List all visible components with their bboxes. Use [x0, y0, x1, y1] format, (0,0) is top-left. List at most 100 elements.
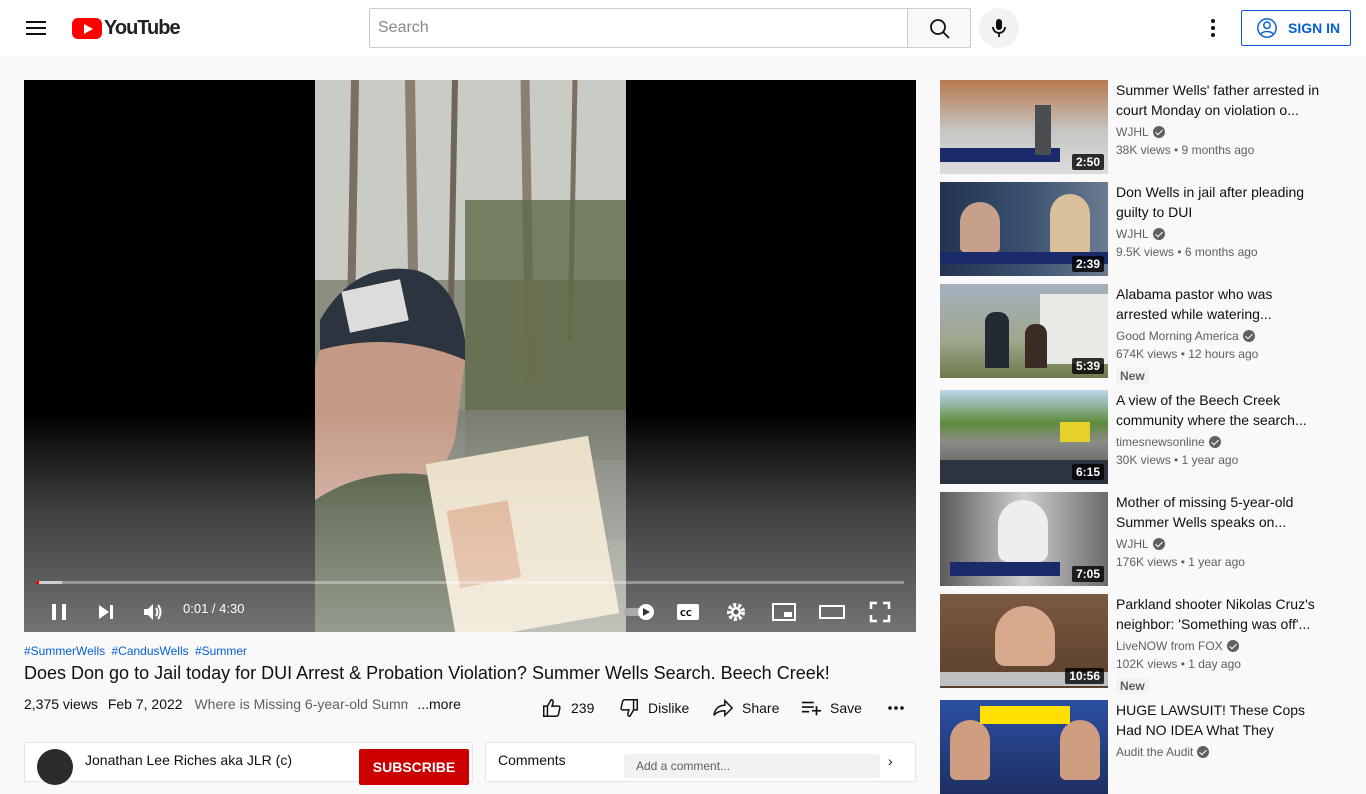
video-thumbnail[interactable]: 2:39 [940, 182, 1108, 276]
recommended-video-title[interactable]: Don Wells in jail after pleading guilty … [1116, 182, 1320, 222]
mute-button[interactable] [135, 594, 171, 630]
miniplayer-icon [772, 603, 796, 621]
channel-card: Jonathan Lee Riches aka JLR (c) SUBSCRIB… [24, 742, 473, 785]
gear-icon [727, 603, 745, 621]
chevron-right-icon[interactable]: › [888, 753, 893, 769]
subtitles-button[interactable]: CC [670, 594, 706, 630]
verified-check-icon [1197, 746, 1210, 758]
verified-check-icon [1152, 538, 1165, 550]
recommended-video-title[interactable]: A view of the Beech Creek community wher… [1116, 390, 1320, 430]
recommended-video-title[interactable]: HUGE LAWSUIT! These Cops Had NO IDEA Wha… [1116, 700, 1320, 740]
recommended-channel[interactable]: WJHL [1116, 227, 1165, 241]
microphone-icon [992, 19, 1006, 37]
channel-name: Audit the Audit [1116, 745, 1194, 759]
recommended-channel[interactable]: WJHL [1116, 537, 1165, 551]
video-duration: 6:15 [1071, 464, 1104, 480]
video-thumbnail[interactable]: 7:05 [940, 492, 1108, 586]
pause-icon [52, 604, 66, 620]
video-info-row[interactable]: 2,375 views Feb 7, 2022 Where is Missing… [24, 696, 461, 712]
hashtag-list: #SummerWells #CandusWells #Summer [24, 644, 250, 658]
recommended-channel[interactable]: LiveNOW from FOX [1116, 639, 1239, 653]
channel-name: WJHL [1116, 227, 1149, 241]
sign-in-button[interactable]: SIGN IN [1241, 10, 1351, 46]
menu-icon[interactable] [24, 18, 48, 38]
progress-played [36, 581, 40, 584]
recommended-video-title[interactable]: Alabama pastor who was arrested while wa… [1116, 284, 1320, 324]
theater-mode-button[interactable] [814, 594, 850, 630]
recommended-video[interactable]: 6:15 A view of the Beech Creek community… [940, 390, 1342, 484]
search-button[interactable] [907, 8, 971, 48]
verified-check-icon [1208, 436, 1221, 448]
video-thumbnail[interactable]: 2:50 [940, 80, 1108, 174]
upload-date: Feb 7, 2022 [107, 696, 183, 712]
channel-name: Good Morning America [1116, 329, 1239, 343]
recommended-video-title[interactable]: Mother of missing 5-year-old Summer Well… [1116, 492, 1320, 532]
video-duration: 5:39 [1071, 358, 1104, 374]
recommended-video[interactable]: 10:56 Parkland shooter Nikolas Cruz's ne… [940, 594, 1342, 694]
hashtag-link[interactable]: #Summer [195, 644, 247, 658]
hashtag-link[interactable]: #CandusWells [111, 644, 188, 658]
recommended-video[interactable]: HUGE LAWSUIT! These Cops Had NO IDEA Wha… [940, 700, 1342, 794]
search-icon [930, 19, 950, 39]
recommended-video[interactable]: 5:39 Alabama pastor who was arrested whi… [940, 284, 1342, 384]
recommended-video[interactable]: 2:50 Summer Wells' father arrested in co… [940, 80, 1342, 174]
account-icon [1257, 18, 1277, 38]
channel-name: WJHL [1116, 537, 1149, 551]
show-more-link[interactable]: ...more [417, 696, 461, 712]
share-icon [713, 698, 734, 718]
recommended-video-title[interactable]: Summer Wells' father arrested in court M… [1116, 80, 1320, 120]
verified-check-icon [1152, 228, 1165, 240]
save-button[interactable]: Save [800, 696, 862, 720]
subscribe-button[interactable]: SUBSCRIBE [359, 749, 469, 785]
comments-panel[interactable]: Comments Add a comment... › [485, 742, 916, 782]
theater-mode-icon [819, 605, 845, 619]
channel-avatar[interactable] [37, 749, 73, 785]
channel-name[interactable]: Jonathan Lee Riches aka JLR (c) [85, 752, 292, 768]
pause-button[interactable] [41, 594, 77, 630]
dislike-button[interactable]: Dislike [618, 696, 689, 720]
comment-input[interactable]: Add a comment... [624, 754, 880, 778]
voice-search-button[interactable] [979, 8, 1019, 48]
verified-check-icon [1152, 126, 1165, 138]
progress-bar[interactable] [36, 581, 904, 584]
video-thumbnail[interactable]: 10:56 [940, 594, 1108, 688]
recommended-video[interactable]: 7:05 Mother of missing 5-year-old Summer… [940, 492, 1342, 586]
settings-button[interactable] [718, 594, 754, 630]
youtube-logo[interactable]: YouTube [72, 17, 181, 39]
settings-more-icon[interactable] [1201, 16, 1225, 40]
video-duration: 2:39 [1071, 256, 1104, 272]
autoplay-toggle[interactable] [620, 594, 660, 630]
video-meta: 38K views • 9 months ago [1116, 143, 1255, 157]
hashtag-link[interactable]: #SummerWells [24, 644, 105, 658]
dislike-label: Dislike [648, 700, 690, 716]
like-count: 239 [571, 700, 595, 716]
new-badge: New [1116, 678, 1149, 694]
volume-icon [144, 604, 162, 620]
video-meta: 30K views • 1 year ago [1116, 453, 1239, 467]
recommended-channel[interactable]: Good Morning America [1116, 329, 1255, 343]
recommended-channel[interactable]: timesnewsonline [1116, 435, 1221, 449]
sign-in-label: SIGN IN [1288, 20, 1341, 36]
video-thumbnail[interactable]: 6:15 [940, 390, 1108, 484]
recommended-video[interactable]: 2:39 Don Wells in jail after pleading gu… [940, 182, 1342, 276]
video-meta: 102K views • 1 day ago [1116, 657, 1241, 671]
share-button[interactable]: Share [712, 696, 779, 720]
more-actions-button[interactable] [886, 696, 914, 720]
description-preview: Where is Missing 6-year-old Summ [194, 696, 409, 712]
video-thumbnail[interactable] [940, 700, 1108, 794]
next-button[interactable] [88, 594, 124, 630]
video-duration: 2:50 [1071, 154, 1104, 170]
video-meta: 9.5K views • 6 months ago [1116, 245, 1258, 259]
share-label: Share [742, 700, 780, 716]
recommended-video-title[interactable]: Parkland shooter Nikolas Cruz's neighbor… [1116, 594, 1320, 634]
recommended-channel[interactable]: WJHL [1116, 125, 1165, 139]
video-thumbnail[interactable]: 5:39 [940, 284, 1108, 378]
search-input[interactable] [369, 8, 908, 48]
recommended-channel[interactable]: Audit the Audit [1116, 745, 1210, 759]
video-player[interactable]: 0:01 / 4:30 CC [24, 80, 916, 632]
like-button[interactable]: 239 [541, 696, 594, 720]
miniplayer-button[interactable] [766, 594, 802, 630]
fullscreen-button[interactable] [862, 594, 898, 630]
channel-name: LiveNOW from FOX [1116, 639, 1223, 653]
time-display: 0:01 / 4:30 [183, 601, 245, 616]
